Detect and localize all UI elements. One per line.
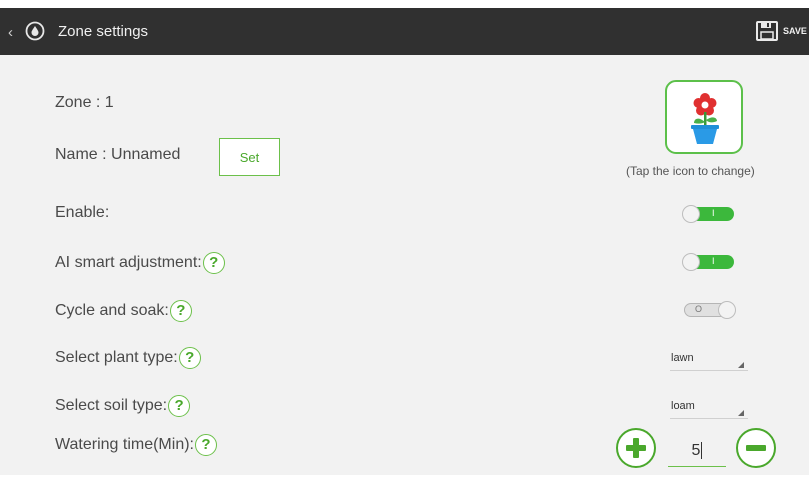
page-title: Zone settings xyxy=(58,23,149,40)
ai-help-icon[interactable]: ? xyxy=(202,252,225,274)
toggle-on-mark: I xyxy=(712,256,715,266)
top-bar: ‹ Zone settings SAVE xyxy=(0,8,809,55)
set-name-button[interactable]: Set xyxy=(219,138,280,176)
back-chevron-icon[interactable]: ‹ xyxy=(8,24,13,41)
soil-type-select[interactable]: loam xyxy=(670,398,748,420)
plant-type-value: lawn xyxy=(671,352,694,364)
soil-type-value: loam xyxy=(671,400,695,412)
toggle-knob xyxy=(682,253,700,271)
toggle-knob xyxy=(718,301,736,319)
dropdown-arrow-icon xyxy=(738,362,744,368)
cycle-soak-text: Cycle and soak: xyxy=(55,302,169,320)
toggle-knob xyxy=(682,205,700,223)
soil-type-text: Select soil type: xyxy=(55,397,168,415)
watering-time-text: Watering time(Min): xyxy=(55,436,194,454)
increase-time-button[interactable] xyxy=(616,428,656,468)
ai-adjustment-label: AI smart adjustment:? xyxy=(55,252,225,274)
plant-type-help-icon[interactable]: ? xyxy=(178,347,201,369)
tap-icon-hint: (Tap the icon to change) xyxy=(626,164,755,178)
decrease-time-button[interactable] xyxy=(736,428,776,468)
input-underline xyxy=(668,466,726,467)
zone-label: Zone : 1 xyxy=(55,94,114,111)
toggle-off-mark: O xyxy=(695,304,703,314)
enable-toggle[interactable]: I xyxy=(682,205,736,223)
dropdown-underline xyxy=(670,418,748,419)
ai-adjustment-toggle[interactable]: I xyxy=(682,253,736,271)
enable-label: Enable: xyxy=(55,204,110,221)
cycle-soak-label: Cycle and soak:? xyxy=(55,300,192,322)
minus-icon xyxy=(746,445,766,451)
plant-type-select[interactable]: lawn xyxy=(670,350,748,372)
plant-type-label: Select plant type:? xyxy=(55,347,201,369)
toggle-on-mark: I xyxy=(712,208,715,218)
plant-icon-button[interactable] xyxy=(665,80,743,154)
zone-settings-screen: ‹ Zone settings SAVE Zone : 1 Name : Unn… xyxy=(0,8,809,475)
soil-type-help-icon[interactable]: ? xyxy=(168,395,191,417)
water-drop-icon xyxy=(25,21,45,41)
potted-flower-icon xyxy=(691,93,719,144)
save-floppy-icon[interactable] xyxy=(756,21,778,41)
dropdown-underline xyxy=(670,370,748,371)
set-name-button-label: Set xyxy=(239,149,260,165)
cycle-soak-toggle[interactable]: O xyxy=(682,301,736,319)
watering-help-icon[interactable]: ? xyxy=(194,434,217,456)
cycle-help-icon[interactable]: ? xyxy=(169,300,192,322)
plant-type-text: Select plant type: xyxy=(55,349,178,367)
dropdown-arrow-icon xyxy=(738,410,744,416)
watering-time-value: 5 xyxy=(691,442,701,459)
watering-time-label: Watering time(Min):? xyxy=(55,434,217,456)
save-button[interactable]: SAVE xyxy=(783,26,807,36)
text-caret xyxy=(701,442,703,460)
plus-icon-vertical xyxy=(633,438,639,458)
ai-adjustment-text: AI smart adjustment: xyxy=(55,254,202,272)
zone-name-label: Name : Unnamed xyxy=(55,146,181,163)
soil-type-label: Select soil type:? xyxy=(55,395,191,417)
watering-time-input[interactable]: 5 xyxy=(668,438,726,467)
